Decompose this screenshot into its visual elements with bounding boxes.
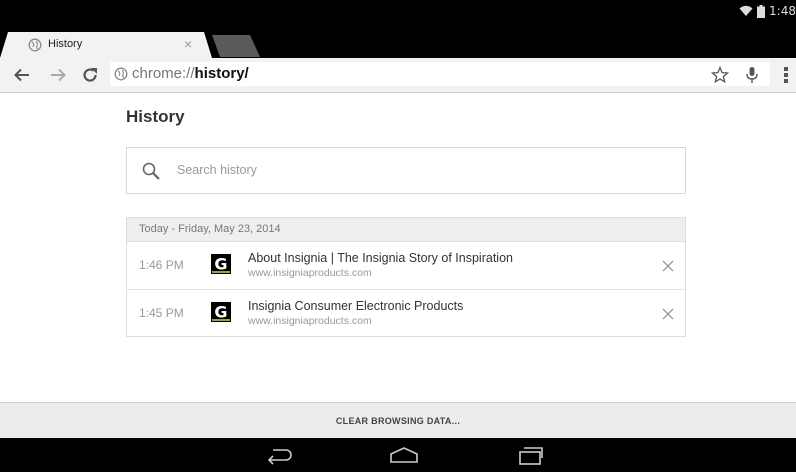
tab-strip: History × [0,22,796,58]
url-text: chrome://history/ [132,65,249,82]
globe-icon [28,38,42,52]
status-icons: 1:48 [739,3,796,19]
tab-close-icon[interactable]: × [184,37,192,51]
reload-icon [83,68,97,82]
back-arrow-icon [14,68,29,82]
remove-entry-icon[interactable] [661,259,675,273]
forward-button[interactable] [48,65,68,85]
status-time: 1:48 [769,4,796,18]
system-nav-bar [0,438,796,472]
entry-domain: www.insigniaproducts.com [248,315,372,327]
entry-title[interactable]: About Insignia | The Insignia Story of I… [248,251,513,265]
tab-history[interactable]: History × [0,32,212,58]
history-entry[interactable]: 1:46 PM G About Insignia | The Insignia … [127,242,685,290]
entry-title[interactable]: Insignia Consumer Electronic Products [248,299,463,313]
battery-icon [757,4,766,18]
wifi-icon [739,5,753,16]
forward-arrow-icon [51,68,66,82]
search-input[interactable] [177,161,657,179]
reload-button[interactable] [80,65,100,85]
entry-domain: www.insigniaproducts.com [248,267,372,279]
search-icon [142,162,160,180]
voice-search-button[interactable] [742,65,762,85]
menu-button[interactable] [776,65,796,85]
page-content: History Today - Friday, May 23, 2014 1:4… [0,93,796,402]
url-scheme: chrome:// [132,65,195,82]
tab-title: History [48,38,83,50]
overflow-menu-icon [784,67,788,83]
globe-icon [114,67,128,81]
recents-nav-icon[interactable] [514,444,546,466]
star-icon [711,66,729,84]
history-entry[interactable]: 1:45 PM G Insignia Consumer Electronic P… [127,290,685,337]
microphone-icon [746,67,758,83]
home-nav-icon[interactable] [388,444,420,466]
clear-browsing-data-button[interactable]: CLEAR BROWSING DATA... [0,403,796,439]
new-tab-button[interactable] [212,35,260,57]
date-header: Today - Friday, May 23, 2014 [127,218,685,242]
omnibox[interactable]: chrome://history/ [110,62,770,86]
favicon-letter: G [214,255,227,274]
bottom-bar: CLEAR BROWSING DATA... [0,402,796,439]
page-title: History [126,107,185,126]
site-favicon-icon: G [211,254,231,274]
bookmark-button[interactable] [710,65,730,85]
back-nav-icon[interactable] [264,444,296,466]
history-list: Today - Friday, May 23, 2014 1:46 PM G A… [126,217,686,337]
status-bar: 1:48 [0,0,796,22]
url-path: history/ [194,65,249,82]
favicon-letter: G [214,303,227,322]
entry-time: 1:45 PM [139,306,184,320]
entry-time: 1:46 PM [139,258,184,272]
remove-entry-icon[interactable] [661,307,675,321]
back-button[interactable] [12,65,32,85]
toolbar: chrome://history/ [0,58,796,93]
search-box[interactable] [126,147,686,194]
site-favicon-icon: G [211,302,231,322]
